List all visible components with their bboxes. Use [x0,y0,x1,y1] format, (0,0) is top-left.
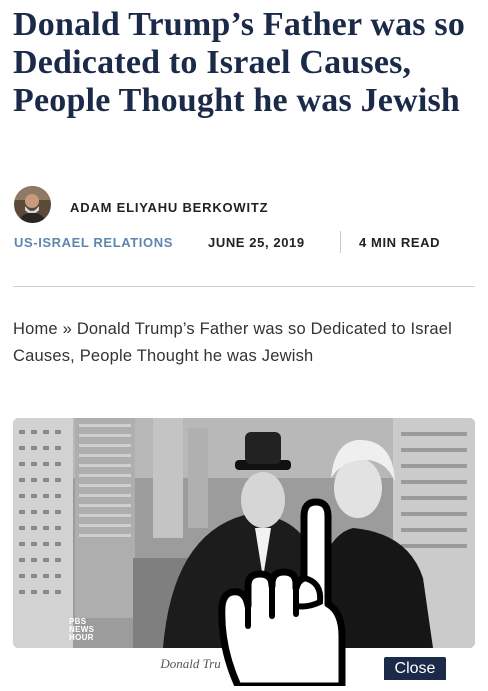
avatar-image [14,186,51,223]
close-button[interactable]: Close [384,657,446,680]
breadcrumb-separator: » [62,320,73,338]
author-avatar[interactable] [14,186,51,223]
pointing-hand-icon[interactable] [212,496,352,690]
breadcrumb: Home » Donald Trump’s Father was so Dedi… [13,316,478,370]
category-link[interactable]: US-ISRAEL RELATIONS [14,235,173,250]
pbs-newshour-logo: PBS NEWS HOUR [69,618,94,642]
breadcrumb-home-link[interactable]: Home [13,320,58,338]
publish-date: JUNE 25, 2019 [208,235,305,250]
article-meta: US-ISRAEL RELATIONS JUNE 25, 2019 4 MIN … [14,231,474,253]
author-name[interactable]: ADAM ELIYAHU BERKOWITZ [70,200,268,215]
meta-divider [340,231,341,253]
breadcrumb-current: Donald Trump’s Father was so Dedicated t… [13,320,453,365]
read-time: 4 MIN READ [359,235,441,250]
logo-line-3: HOUR [69,633,94,642]
section-divider [13,286,475,287]
article-title: Donald Trump’s Father was so Dedicated t… [13,6,466,119]
